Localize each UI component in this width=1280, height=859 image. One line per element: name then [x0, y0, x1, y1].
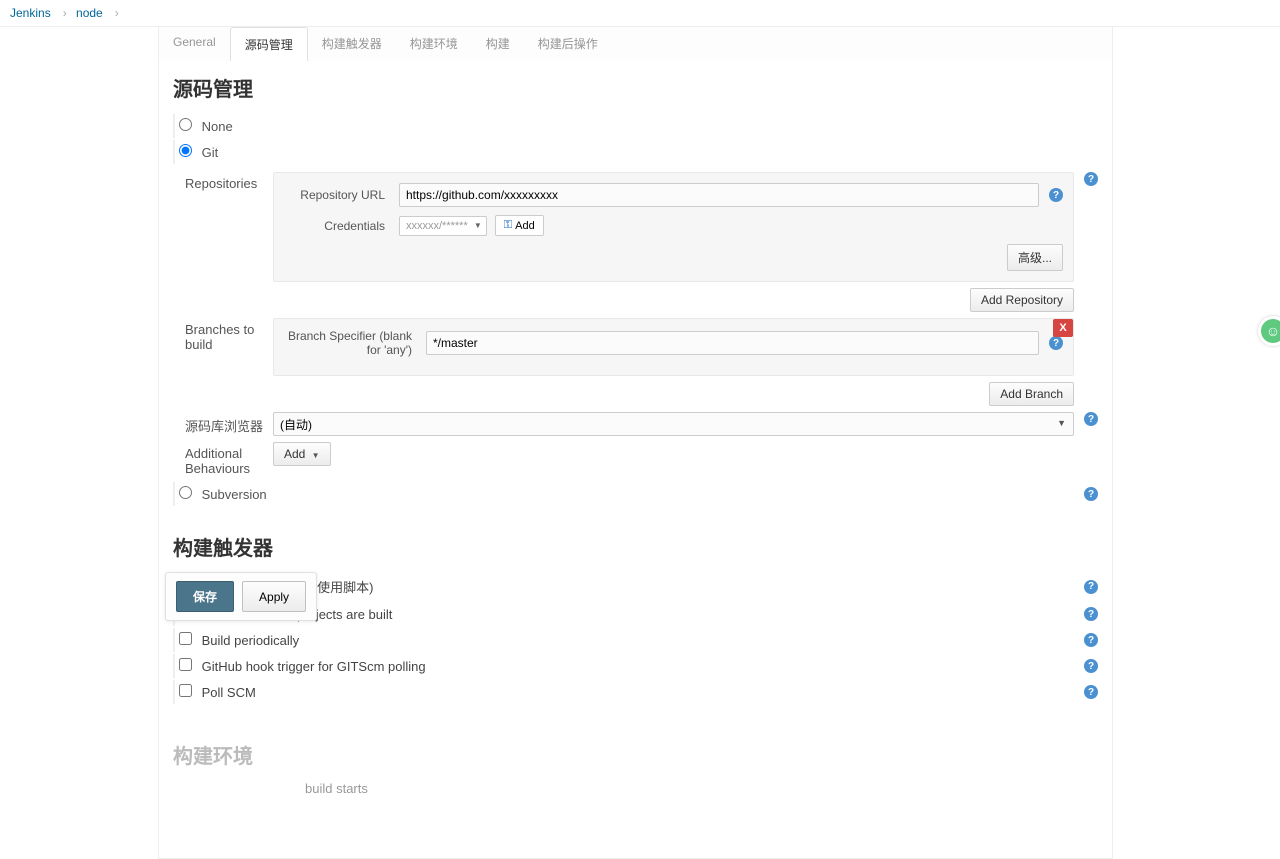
trigger-periodically-label: Build periodically — [202, 633, 300, 648]
trigger-github-hook-row: GitHub hook trigger for GITScm polling ? — [173, 654, 1098, 678]
scm-git-radio[interactable] — [179, 144, 192, 157]
trigger-poll-scm-label: Poll SCM — [202, 685, 256, 700]
delete-branch-button[interactable]: X — [1053, 319, 1073, 337]
add-cred-label: Add — [515, 220, 535, 232]
scm-git-label: Git — [202, 145, 219, 160]
trigger-periodically-row: Build periodically ? — [173, 628, 1098, 652]
credentials-label: Credentials — [284, 219, 399, 233]
help-icon[interactable]: ? — [1084, 659, 1098, 673]
add-repository-button[interactable]: Add Repository — [970, 288, 1074, 312]
scm-title: 源码管理 — [173, 73, 1098, 102]
help-icon[interactable]: ? — [1084, 172, 1098, 186]
breadcrumb-root[interactable]: Jenkins — [10, 6, 51, 20]
tab-env[interactable]: 构建环境 — [396, 27, 472, 61]
apply-button[interactable]: Apply — [242, 581, 306, 612]
scm-none-radio[interactable] — [179, 118, 192, 131]
trigger-github-hook-checkbox[interactable] — [179, 658, 192, 671]
additional-behaviours-label: Additional Behaviours — [173, 442, 273, 476]
help-icon[interactable]: ? — [1084, 487, 1098, 501]
trigger-periodically-checkbox[interactable] — [179, 632, 192, 645]
env-title: 构建环境 — [173, 740, 1098, 769]
add-credentials-button[interactable]: ⚿ Add — [495, 215, 544, 236]
branches-label: Branches to build — [173, 318, 273, 352]
additional-behaviours-add-button[interactable]: Add — [273, 442, 331, 466]
tab-triggers[interactable]: 构建触发器 — [308, 27, 396, 61]
git-config-block: Repositories Repository URL ? — [173, 172, 1098, 476]
env-ghost-line: build starts — [293, 781, 1098, 796]
breadcrumb: Jenkins› node› — [0, 0, 1280, 27]
scm-subversion-label: Subversion — [202, 487, 267, 502]
repositories-label: Repositories — [173, 172, 273, 191]
triggers-title: 构建触发器 — [173, 532, 1098, 561]
help-icon[interactable]: ? — [1084, 580, 1098, 594]
repo-browser-select[interactable] — [273, 412, 1074, 436]
scm-subversion-radio[interactable] — [179, 486, 192, 499]
help-icon[interactable]: ? — [1084, 607, 1098, 621]
repo-browser-label: 源码库浏览器 — [173, 412, 273, 435]
tab-general[interactable]: General — [159, 27, 230, 61]
advanced-button[interactable]: 高级... — [1007, 244, 1063, 271]
tab-postbuild[interactable]: 构建后操作 — [524, 27, 612, 61]
help-icon[interactable]: ? — [1049, 188, 1063, 202]
scm-git-row: Git — [173, 140, 1098, 164]
help-icon[interactable]: ? — [1084, 412, 1098, 426]
tab-scm[interactable]: 源码管理 — [230, 27, 308, 61]
env-section: 构建环境 build starts — [159, 718, 1112, 808]
breadcrumb-item[interactable]: node — [76, 6, 103, 20]
help-icon[interactable]: ? — [1084, 633, 1098, 647]
main-container: General 源码管理 构建触发器 构建环境 构建 构建后操作 源码管理 No… — [158, 27, 1113, 859]
repo-panel: Repository URL ? Credentials xxxxxx/****… — [273, 172, 1074, 282]
trigger-poll-scm-checkbox[interactable] — [179, 684, 192, 697]
save-button[interactable]: 保存 — [176, 581, 234, 612]
tab-bar: General 源码管理 构建触发器 构建环境 构建 构建后操作 — [159, 27, 1112, 61]
scm-subversion-row: Subversion ? — [173, 482, 1098, 506]
branch-specifier-input[interactable] — [426, 331, 1039, 355]
bottom-bar: 保存 Apply — [165, 572, 317, 621]
help-icon[interactable]: ? — [1084, 685, 1098, 699]
key-icon: ⚿ — [504, 219, 512, 232]
add-branch-button[interactable]: Add Branch — [989, 382, 1074, 406]
scm-none-label: None — [202, 119, 233, 134]
branch-specifier-label: Branch Specifier (blank for 'any') — [284, 329, 426, 357]
help-icon[interactable]: ? — [1049, 336, 1063, 350]
trigger-github-hook-label: GitHub hook trigger for GITScm polling — [202, 659, 426, 674]
tab-build[interactable]: 构建 — [472, 27, 524, 61]
repo-url-label: Repository URL — [284, 188, 399, 202]
floating-assist-icon[interactable]: ☺ — [1258, 316, 1280, 346]
credentials-select[interactable]: xxxxxx/****** — [399, 216, 487, 236]
scm-section: 源码管理 None Git Repositories Repo — [159, 61, 1112, 520]
trigger-poll-scm-row: Poll SCM ? — [173, 680, 1098, 704]
repo-url-input[interactable] — [399, 183, 1039, 207]
branch-panel: X Branch Specifier (blank for 'any') ? — [273, 318, 1074, 376]
scm-none-row: None — [173, 114, 1098, 138]
